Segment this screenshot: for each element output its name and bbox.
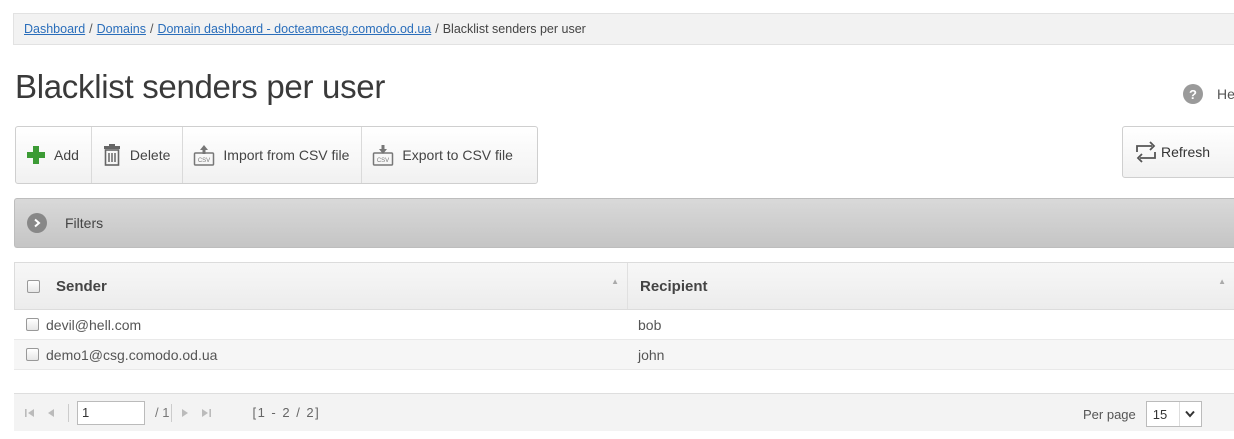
sender-value: devil@hell.com: [46, 316, 142, 333]
breadcrumb-separator: /: [89, 22, 93, 36]
last-page-icon[interactable]: [200, 407, 212, 419]
column-header-sender[interactable]: Sender ▲: [15, 263, 627, 309]
breadcrumb-separator: /: [435, 22, 439, 36]
filters-label: Filters: [65, 215, 104, 231]
page-total: / 1: [155, 405, 170, 420]
export-csv-label: Export to CSV file: [402, 147, 513, 163]
refresh-button[interactable]: Refresh: [1122, 126, 1234, 178]
sort-icon: ▲: [611, 277, 619, 286]
next-page-icon[interactable]: [180, 407, 190, 419]
refresh-label: Refresh: [1161, 144, 1211, 160]
column-header-label: Sender: [56, 277, 107, 295]
cell-recipient: bob: [638, 316, 662, 333]
sender-value: demo1@csg.comodo.od.ua: [46, 346, 218, 363]
svg-text:CSV: CSV: [377, 158, 389, 164]
row-checkbox[interactable]: [26, 318, 39, 331]
page-title: Blacklist senders per user: [15, 68, 386, 105]
record-range: [1 - 2 / 2]: [252, 405, 321, 420]
blacklist-grid: Sender ▲ Recipient ▲ devil@hell.com bob …: [14, 262, 1234, 370]
cell-sender: devil@hell.com: [14, 317, 626, 333]
select-all-checkbox[interactable]: [27, 279, 40, 293]
add-label: Add: [54, 147, 79, 163]
table-row[interactable]: devil@hell.com bob: [14, 310, 1234, 340]
per-page-control: Per page 15: [1083, 401, 1202, 427]
csv-import-icon: CSV: [193, 144, 215, 166]
plus-icon: [26, 145, 46, 165]
toolbar: Add Delete CSV Import from CSV file CSV …: [15, 126, 538, 184]
filters-bar[interactable]: Filters: [14, 198, 1234, 248]
pager-divider: [171, 403, 173, 422]
delete-button[interactable]: Delete: [92, 127, 184, 183]
grid-header: Sender ▲ Recipient ▲: [14, 262, 1234, 310]
table-row[interactable]: demo1@csg.comodo.od.ua john: [14, 340, 1234, 370]
csv-export-icon: CSV: [372, 144, 394, 166]
column-header-recipient[interactable]: Recipient ▲: [627, 263, 1234, 309]
import-csv-button[interactable]: CSV Import from CSV file: [183, 127, 363, 183]
breadcrumb-current: Blacklist senders per user: [442, 22, 586, 36]
breadcrumb-link-dashboard[interactable]: Dashboard: [24, 22, 85, 36]
per-page-value: 15: [1152, 406, 1168, 422]
breadcrumb: Dashboard / Domains / Domain dashboard -…: [13, 13, 1234, 45]
column-header-label: Recipient: [640, 277, 708, 295]
refresh-icon: [1133, 140, 1159, 164]
breadcrumb-separator: /: [149, 22, 154, 36]
trash-icon: [102, 144, 122, 166]
cell-recipient: john: [638, 346, 665, 363]
chevron-down-icon: [1178, 402, 1201, 426]
import-csv-label: Import from CSV file: [223, 147, 350, 163]
per-page-label: Per page: [1083, 406, 1136, 422]
add-button[interactable]: Add: [16, 127, 92, 183]
export-csv-button[interactable]: CSV Export to CSV file: [362, 127, 537, 183]
pager-divider: [68, 403, 69, 422]
cell-sender: demo1@csg.comodo.od.ua: [14, 347, 626, 363]
prev-page-icon[interactable]: [46, 407, 56, 419]
chevron-right-icon: [27, 213, 47, 233]
help-link[interactable]: ? Help: [1183, 84, 1234, 104]
svg-text:CSV: CSV: [198, 158, 210, 164]
page-number-input[interactable]: [77, 400, 145, 425]
help-label: Help: [1217, 86, 1234, 102]
per-page-select[interactable]: 15: [1145, 401, 1202, 427]
breadcrumb-link-domains[interactable]: Domains: [97, 22, 146, 36]
sort-icon: ▲: [1218, 277, 1226, 286]
help-icon: ?: [1183, 84, 1203, 104]
first-page-icon[interactable]: [24, 407, 36, 419]
pager: / 1 [1 - 2 / 2] Per page 15: [14, 393, 1234, 431]
breadcrumb-link-domain-dashboard[interactable]: Domain dashboard - docteamcasg.comodo.od…: [157, 22, 431, 36]
row-checkbox[interactable]: [26, 348, 39, 361]
delete-label: Delete: [129, 147, 171, 163]
